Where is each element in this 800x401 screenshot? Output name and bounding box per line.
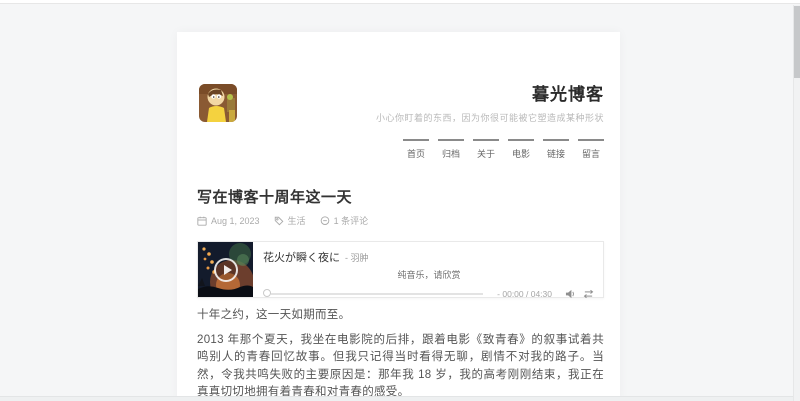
post-category-label: 生活: [287, 216, 306, 226]
song-artist: - 羽肿: [345, 253, 369, 263]
album-art[interactable]: [198, 242, 253, 297]
loop-icon[interactable]: [582, 289, 595, 299]
avatar[interactable]: [199, 84, 237, 122]
player-title-row: 花火が瞬く夜に - 羽肿: [263, 249, 595, 265]
progress-knob[interactable]: [263, 289, 271, 297]
song-title: 花火が瞬く夜に: [263, 252, 340, 264]
page-top-strip: [0, 0, 800, 4]
progress-track: [271, 293, 484, 295]
nav-item-movies[interactable]: 电影: [508, 139, 534, 160]
post-comments[interactable]: 1 条评论: [320, 214, 369, 227]
site-identity: 暮光博客 小心你盯着的东西，因为你很可能被它塑造成某种形状: [237, 84, 604, 124]
audio-player: 花火が瞬く夜に - 羽肿 纯音乐，请欣赏 - 00:00 / 04:30: [197, 241, 604, 299]
post-comments-label: 1 条评论: [333, 216, 369, 226]
post-date-label: Aug 1, 2023: [211, 215, 260, 226]
post-category[interactable]: 生活: [274, 214, 306, 227]
player-lyric: 纯音乐，请欣赏: [397, 270, 461, 280]
post-title[interactable]: 写在博客十周年这一天: [197, 186, 604, 207]
nav-item-about[interactable]: 关于: [473, 139, 499, 160]
post-body: 十年之约，这一天如期而至。 2013 年那个夏天，我坐在电影院的后排，跟着电影《…: [197, 307, 604, 401]
site-title[interactable]: 暮光博客: [237, 84, 604, 106]
nav-item-archive[interactable]: 归档: [438, 139, 464, 160]
comment-icon: [320, 215, 330, 226]
scrollbar-thumb[interactable]: [794, 6, 800, 78]
calendar-icon: [197, 216, 207, 226]
play-icon[interactable]: [213, 257, 238, 282]
player-time: - 00:00 / 04:30: [497, 289, 552, 299]
site-subtitle: 小心你盯着的东西，因为你很可能被它塑造成某种形状: [375, 113, 604, 123]
player-info: 花火が瞬く夜に - 羽肿 纯音乐，请欣赏 - 00:00 / 04:30: [253, 242, 603, 299]
nav-item-links[interactable]: 链接: [543, 139, 569, 160]
volume-icon[interactable]: [565, 289, 576, 299]
site-header: 暮光博客 小心你盯着的东西，因为你很可能被它塑造成某种形状: [197, 84, 604, 124]
post-meta: Aug 1, 2023 生活 1 条评论: [197, 214, 604, 227]
category-icon: [274, 216, 284, 226]
post-paragraph: 十年之约，这一天如期而至。: [197, 309, 351, 321]
main-nav: 首页 归档 关于 电影 链接 留言: [197, 139, 604, 160]
progress-bar[interactable]: [263, 289, 487, 299]
player-controller: - 00:00 / 04:30: [263, 289, 595, 299]
post-paragraph: 2013 年那个夏天，我坐在电影院的后排，跟着电影《致青春》的叙事试着共鸣别人的…: [197, 333, 604, 399]
post-date: Aug 1, 2023: [197, 216, 260, 226]
page-bottom-strip: [0, 396, 800, 401]
content-card: 暮光博客 小心你盯着的东西，因为你很可能被它塑造成某种形状 首页 归档 关于 电…: [177, 32, 620, 401]
avatar-image: [199, 84, 237, 122]
nav-item-home[interactable]: 首页: [403, 139, 429, 160]
vertical-scrollbar: [793, 5, 800, 401]
nav-item-guestbook[interactable]: 留言: [578, 139, 604, 160]
